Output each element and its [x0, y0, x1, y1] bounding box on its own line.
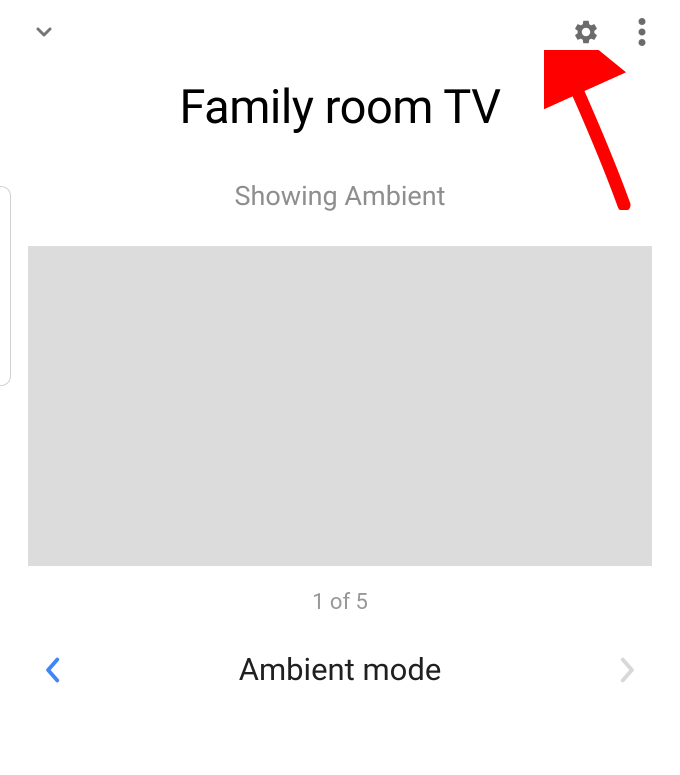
prev-arrow-icon[interactable] [40, 658, 64, 682]
mode-row: Ambient mode [0, 651, 680, 688]
page-indicator: 1 of 5 [0, 590, 680, 615]
overflow-menu-icon[interactable] [628, 18, 656, 46]
side-tab-handle[interactable] [0, 186, 11, 386]
status-subtitle: Showing Ambient [0, 180, 680, 212]
preview-image [28, 246, 652, 566]
chevron-down-icon[interactable] [30, 18, 58, 46]
header-actions [572, 18, 656, 46]
page-title: Family room TV [0, 80, 680, 135]
gear-icon[interactable] [572, 18, 600, 46]
next-arrow-icon[interactable] [616, 658, 640, 682]
header-bar [0, 0, 680, 56]
mode-label: Ambient mode [64, 651, 616, 688]
